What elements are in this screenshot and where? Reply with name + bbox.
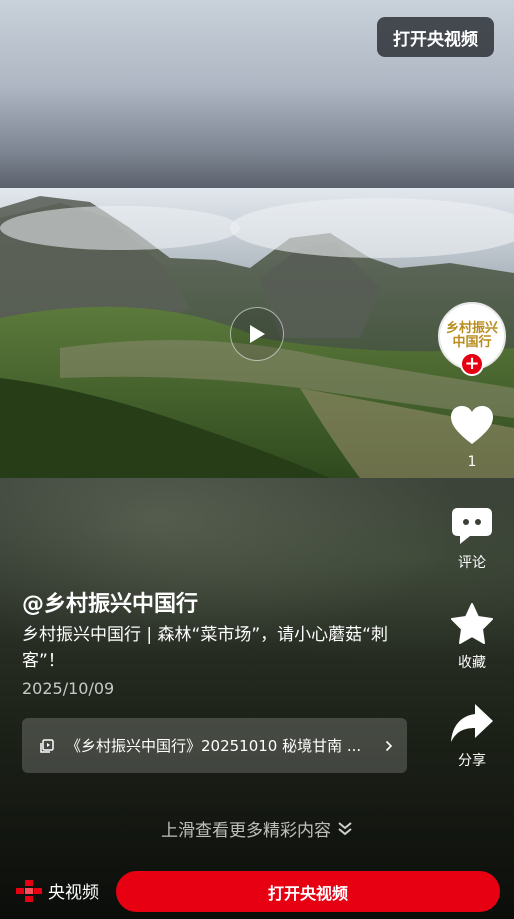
swipe-hint-text: 上滑查看更多精彩内容 <box>161 821 331 841</box>
comment-icon <box>452 508 492 544</box>
app-brand-name: 央视频 <box>48 883 99 903</box>
avatar-logo-line1: 乡村振兴 <box>445 321 498 337</box>
cctv-logo-icon <box>16 879 42 902</box>
double-chevron-down-icon <box>338 821 352 835</box>
open-app-button-bottom[interactable]: 打开央视频 <box>116 871 500 912</box>
collection-link[interactable]: 《乡村振兴中国行》20251010 秘境甘南 ... <box>22 718 407 773</box>
play-icon <box>250 325 265 343</box>
collection-title: 《乡村振兴中国行》20251010 秘境甘南 ... <box>66 737 362 755</box>
share-button[interactable]: 分享 <box>440 702 504 770</box>
chevron-right-icon <box>385 740 393 751</box>
app-brand: 央视频 <box>16 878 99 903</box>
comment-button[interactable]: 评论 <box>440 506 504 572</box>
play-button[interactable] <box>230 307 284 361</box>
author-name[interactable]: @乡村振兴中国行 <box>22 586 198 618</box>
like-count: 1 <box>467 454 477 470</box>
follow-plus-button[interactable]: + <box>460 352 484 376</box>
like-button[interactable]: 1 <box>440 404 504 470</box>
publish-date: 2025/10/09 <box>22 679 115 698</box>
swipe-up-hint[interactable]: 上滑查看更多精彩内容 <box>0 816 514 841</box>
open-app-button-top[interactable]: 打开央视频 <box>377 17 494 57</box>
star-icon <box>451 603 493 644</box>
video-description: 乡村振兴中国行 | 森林“菜市场”，请小心蘑菇“刺客”！ <box>22 625 388 671</box>
avatar-logo-line2: 中国行 <box>452 335 492 350</box>
blurred-background-bottom <box>0 478 514 919</box>
favorite-button[interactable]: 收藏 <box>440 602 504 672</box>
heart-icon <box>451 406 493 444</box>
share-icon <box>451 704 493 742</box>
avatar-logo: 乡村振兴 中国行 <box>446 322 498 349</box>
favorite-label: 收藏 <box>458 655 486 671</box>
collection-icon <box>40 738 54 753</box>
comment-label: 评论 <box>458 555 486 571</box>
share-label: 分享 <box>458 753 486 769</box>
